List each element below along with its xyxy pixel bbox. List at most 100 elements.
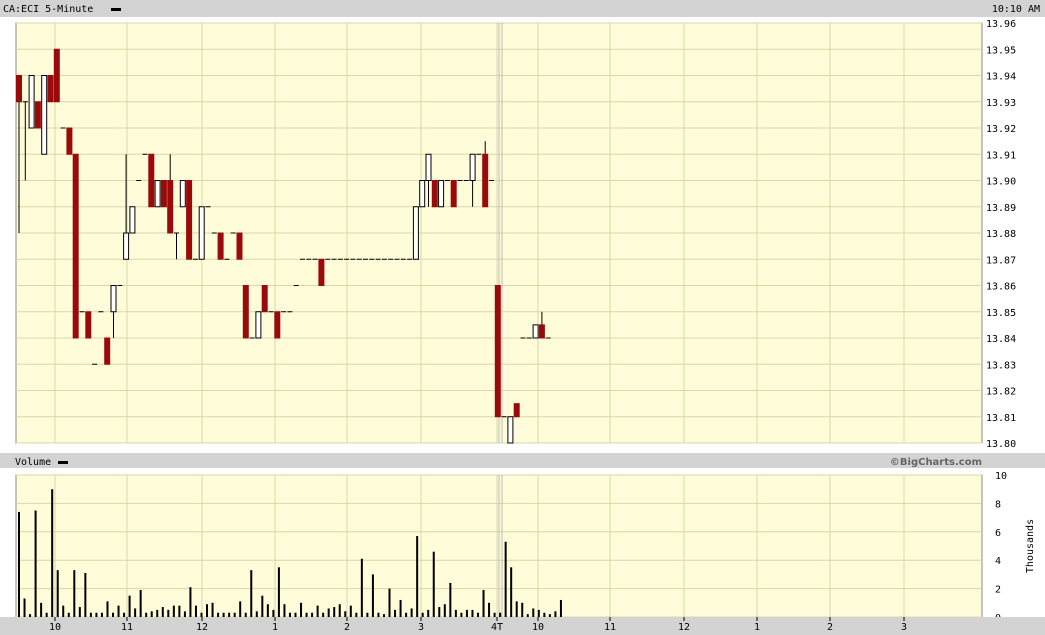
volume-bar: [548, 614, 551, 617]
volume-bar: [543, 612, 546, 617]
volume-bar: [416, 536, 419, 617]
candle-body-up: [419, 180, 426, 208]
candle: [129, 206, 136, 234]
symbol-legend-swatch: [111, 8, 121, 11]
volume-bar: [56, 570, 59, 617]
volume-bar: [34, 510, 37, 617]
volume-bar: [288, 612, 291, 617]
price-tick-label: 13.92: [986, 124, 1016, 135]
volume-bar: [250, 570, 253, 617]
price-tick-label: 13.81: [986, 413, 1016, 424]
x-axis-band: [0, 617, 1045, 635]
candle-body-up: [129, 206, 136, 234]
candle-body-down: [431, 180, 438, 208]
volume-bar: [283, 604, 286, 617]
candle: [513, 403, 520, 418]
volume-label: Volume: [15, 457, 51, 468]
candle-body-up: [412, 206, 419, 260]
volume-bar: [73, 570, 76, 617]
candle-body-down: [236, 232, 243, 260]
volume-bar: [360, 558, 363, 617]
volume-bar: [228, 612, 231, 617]
volume-bar: [67, 612, 70, 617]
volume-bar: [377, 612, 380, 617]
candle-body-down: [186, 180, 193, 260]
price-tick-label: 13.94: [986, 72, 1016, 83]
time-tick-label: 2: [827, 622, 833, 633]
candle-body-up: [507, 416, 514, 444]
volume-bar: [89, 612, 92, 617]
volume-bar: [454, 609, 457, 617]
price-tick-label: 13.91: [986, 150, 1016, 161]
candle-body-down: [72, 153, 79, 339]
volume-tick-label: 4: [995, 556, 1001, 567]
volume-bar: [128, 595, 131, 617]
candle: [198, 206, 205, 260]
volume-bar: [194, 605, 197, 617]
candle: [412, 206, 419, 260]
volume-bar: [112, 612, 115, 617]
volume-bar: [189, 587, 192, 617]
price-y-axis-labels: 13.80 13.81 13.82 13.83 13.84 13.85 13.86 13.87…: [986, 19, 1016, 450]
candle-body-up: [255, 311, 262, 339]
candle: [104, 337, 111, 365]
candle: [236, 232, 243, 260]
volume-bar: [521, 602, 524, 617]
volume-bar: [493, 612, 496, 617]
candle-body-up: [123, 232, 130, 260]
candle: [507, 416, 514, 444]
volume-bar: [211, 602, 214, 617]
candle-body-down: [104, 337, 111, 365]
time-tick-label: 10: [49, 622, 61, 633]
candle-body-down: [538, 324, 545, 339]
price-tick-label: 13.90: [986, 177, 1016, 188]
candle: [318, 258, 325, 286]
candle-body-up: [179, 180, 186, 208]
copyright-label: ©BigCharts.com: [890, 457, 982, 468]
candle: [261, 285, 268, 313]
volume-bar: [311, 612, 314, 617]
candle-body-down: [513, 403, 520, 418]
volume-bar: [526, 614, 529, 617]
candle-body-down: [261, 285, 268, 313]
volume-bar: [322, 612, 325, 617]
candle-body-down: [53, 48, 60, 103]
volume-bar: [40, 602, 43, 617]
volume-bar: [222, 612, 225, 617]
candle: [154, 180, 161, 208]
candle-body-down: [217, 232, 224, 260]
candle: [494, 285, 501, 418]
stock-chart: CA:ECI 5-Minute 10:10 AM 13.80 13.81 13.82…: [0, 0, 1045, 635]
volume-legend-swatch: [58, 461, 68, 464]
volume-unit-label: Thousands: [1025, 519, 1036, 573]
candle: [186, 180, 193, 260]
volume-bar: [355, 612, 358, 617]
volume-bar: [504, 541, 507, 617]
volume-bar: [106, 601, 109, 617]
volume-tick-label: 2: [995, 585, 1001, 596]
price-tick-label: 13.86: [986, 282, 1016, 293]
volume-bar: [277, 567, 280, 617]
volume-bar: [172, 605, 175, 617]
header-band: [0, 0, 1045, 17]
volume-bar: [178, 605, 181, 617]
time-tick-label: 10: [532, 622, 544, 633]
volume-bar: [460, 612, 463, 617]
volume-bar: [488, 602, 491, 617]
price-tick-label: 13.85: [986, 308, 1016, 319]
candle: [450, 180, 457, 208]
volume-bar: [294, 612, 297, 617]
symbol-label: CA:ECI 5-Minute: [3, 4, 93, 15]
candle: [179, 180, 186, 208]
volume-bar: [261, 595, 264, 617]
candle-body-up: [532, 324, 539, 339]
candle: [148, 153, 155, 208]
candle: [53, 48, 60, 103]
volume-bar: [167, 609, 170, 617]
candle-body-down: [494, 285, 501, 418]
volume-bar: [217, 612, 220, 617]
time-tick-label: 11: [604, 622, 616, 633]
volume-bar: [200, 612, 203, 617]
candle-body-up: [110, 285, 117, 313]
volume-y-axis-labels: 0246810: [995, 471, 1007, 624]
